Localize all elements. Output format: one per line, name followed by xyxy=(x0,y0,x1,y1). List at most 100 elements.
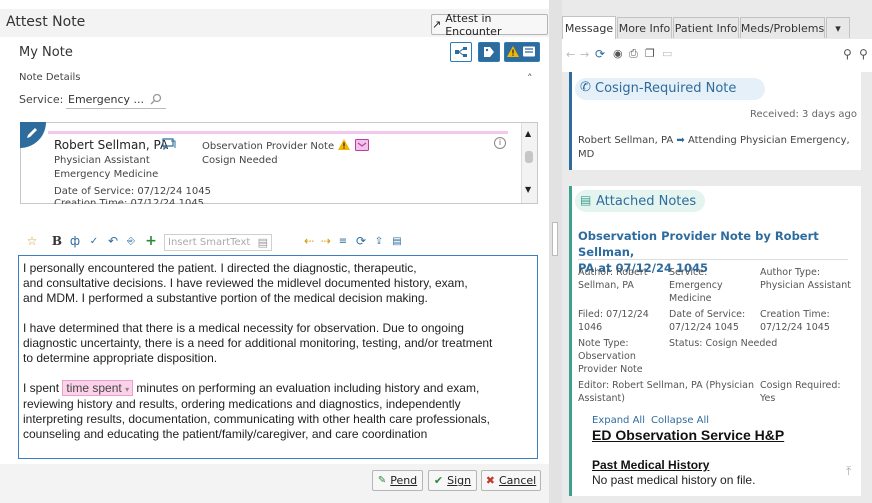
tab-meds-problems[interactable]: Meds/Problems xyxy=(740,17,825,38)
share-icon-button[interactable] xyxy=(450,42,472,62)
message-toolbar: ← → ⟳ ◉ ⎙ ❐ ▭ ⚲ ⚲ xyxy=(562,39,872,72)
tab-more-info[interactable]: More Info xyxy=(617,17,672,38)
insert-smarttext-input[interactable]: Insert SmartText ▤ xyxy=(164,234,272,251)
cosign-from: Robert Sellman, PA xyxy=(578,135,674,146)
arrow-icon: ↗ xyxy=(432,18,442,31)
meta-filed: Filed: 07/12/24 1046 xyxy=(578,309,649,333)
copy-icon[interactable]: ❐ xyxy=(645,47,655,60)
cosign-route: Robert Sellman, PA ➡ Attending Physician… xyxy=(578,135,850,146)
add-icon[interactable]: + xyxy=(144,232,158,250)
smarttext-picker-icon[interactable]: ▤ xyxy=(258,236,268,249)
share-icon xyxy=(455,47,467,57)
pane-splitter[interactable] xyxy=(549,0,562,503)
meta-date-of-service: Date of Service: 07/12/24 1045 xyxy=(669,309,746,333)
chat-icon[interactable] xyxy=(162,138,176,150)
note-title: My Note xyxy=(19,45,73,60)
scroll-down-icon[interactable]: ▼ xyxy=(525,185,531,194)
page-title: Attest Note xyxy=(6,14,86,30)
arrow-right-icon: ➡ xyxy=(676,135,685,146)
favorite-star-icon[interactable]: ☆ xyxy=(24,232,40,250)
card-author-dept: Emergency Medicine xyxy=(54,169,159,180)
link-icon[interactable]: ▭ xyxy=(662,47,672,60)
document-icon[interactable]: ▤ xyxy=(390,232,404,250)
attest-in-encounter-button[interactable]: ↗ Attest in Encounter xyxy=(431,11,548,38)
meta-note-type: Note Type: Observation Provider Note xyxy=(578,338,643,375)
warning-flag-button[interactable] xyxy=(504,42,540,62)
pend-label: Pend xyxy=(390,474,418,487)
pmh-title: Past Medical History xyxy=(592,458,710,472)
insert-field-icon[interactable]: ⎆ xyxy=(124,232,138,250)
note-details-label: Note Details xyxy=(19,72,81,83)
received-time: Received: 3 days ago xyxy=(750,109,857,120)
attestation-paragraph-2: I have determined that there is a medica… xyxy=(23,321,493,365)
search-icon[interactable]: ⚲ xyxy=(843,47,852,61)
divider xyxy=(578,259,848,260)
meta-status: Status: Cosign Needed xyxy=(669,338,778,349)
collapse-chevron-icon[interactable]: ˄ xyxy=(527,72,533,85)
tag-icon-button[interactable] xyxy=(478,42,500,62)
phone-icon: ✆ xyxy=(580,80,591,95)
meta-author: Author: Robert Sellman, PA xyxy=(578,267,648,291)
tabs-overflow-chevron-icon[interactable]: ▾ xyxy=(826,17,850,38)
meta-creation-time: Creation Time: 07/12/24 1045 xyxy=(760,309,830,333)
binoculars-icon[interactable]: ◉ xyxy=(613,47,623,60)
collapse-all-link[interactable]: Collapse All xyxy=(651,415,709,426)
warning-icon xyxy=(338,139,350,150)
card-author-name: Robert Sellman, PA xyxy=(54,138,169,152)
smarttext-placeholder: Insert SmartText xyxy=(168,237,251,248)
close-icon: ✖ xyxy=(485,474,495,487)
cancel-button[interactable]: ✖ Cancel xyxy=(481,470,541,491)
spellcheck-icon[interactable]: ✓ xyxy=(86,232,102,250)
card-creation-time-partial: Creation Time: 07/12/24 1045 xyxy=(54,199,204,204)
attached-title: Attached Notes xyxy=(596,194,697,209)
pend-button[interactable]: ✎ Pend xyxy=(372,470,423,491)
splitter-handle[interactable] xyxy=(552,222,558,256)
pmh-text: No past medical history on file. xyxy=(592,473,756,487)
zoom-icon[interactable]: ⚲ xyxy=(859,47,868,61)
tag-icon xyxy=(484,47,494,57)
forward-arrow-icon[interactable]: → xyxy=(580,48,589,61)
import-icon[interactable]: ⇪ xyxy=(372,232,386,250)
note-text-editor[interactable]: I personally encountered the patient. I … xyxy=(18,255,538,459)
bold-button[interactable]: B xyxy=(51,232,63,250)
cosign-to-line2: MD xyxy=(578,149,595,160)
scroll-up-icon[interactable]: ▲ xyxy=(525,129,531,138)
cosign-book-icon xyxy=(355,139,369,151)
card-accent-line xyxy=(48,131,508,134)
undo-icon[interactable]: ↶ xyxy=(106,232,120,250)
warning-icon xyxy=(507,46,535,57)
smartlist-label: time spent xyxy=(66,381,122,395)
info-icon[interactable]: i xyxy=(494,137,506,149)
smartphrase-icon[interactable]: ф xyxy=(68,232,82,250)
refresh-icon[interactable]: ⟳ xyxy=(354,232,368,250)
next-field-icon[interactable]: ⇢ xyxy=(320,232,332,250)
list-arrow-icon[interactable]: ≡ xyxy=(336,232,350,250)
scroll-thumb[interactable] xyxy=(525,151,533,163)
back-arrow-icon[interactable]: ← xyxy=(566,48,575,61)
scroll-to-top-icon[interactable]: ⤒ xyxy=(846,464,851,479)
search-icon[interactable] xyxy=(150,93,162,105)
checkmark-icon: ✔ xyxy=(433,474,444,487)
attestation-paragraph-3: I spent time spent ▾ minutes on performi… xyxy=(23,380,532,442)
expand-all-link[interactable]: Expand All xyxy=(592,415,645,426)
card-author-role: Physician Assistant xyxy=(54,155,150,166)
tab-message[interactable]: Message xyxy=(562,16,616,39)
attest-button-label: Attest in Encounter xyxy=(445,11,502,38)
print-icon[interactable]: ⎙ xyxy=(629,47,638,61)
note-icon: ▤ xyxy=(580,193,592,207)
time-spent-smartlist[interactable]: time spent ▾ xyxy=(62,380,134,396)
editor-toolbar: ☆ B ф ✓ ↶ ⎆ + ⇠ ⇢ ≡ ⟳ ⇪ ▤ xyxy=(20,232,540,252)
service-value: Emergency ... xyxy=(68,92,144,106)
sign-button[interactable]: ✔ Sign xyxy=(428,470,477,491)
cancel-label: Cancel xyxy=(498,474,537,487)
meta-cosign-required: Cosign Required: Yes xyxy=(760,380,841,404)
meta-service: Service: Emergency Medicine xyxy=(669,267,723,304)
tab-patient-info[interactable]: Patient Info xyxy=(673,17,739,38)
dropdown-icon: ▾ xyxy=(125,385,130,394)
pend-icon: ✎ xyxy=(377,475,387,486)
previous-field-icon[interactable]: ⇠ xyxy=(303,232,315,250)
refresh-icon[interactable]: ⟳ xyxy=(595,47,605,61)
service-field[interactable]: Emergency ... xyxy=(66,90,166,109)
card-scrollbar[interactable]: ▲ ▼ xyxy=(521,123,537,203)
cosign-to: Attending Physician Emergency, xyxy=(687,135,850,146)
